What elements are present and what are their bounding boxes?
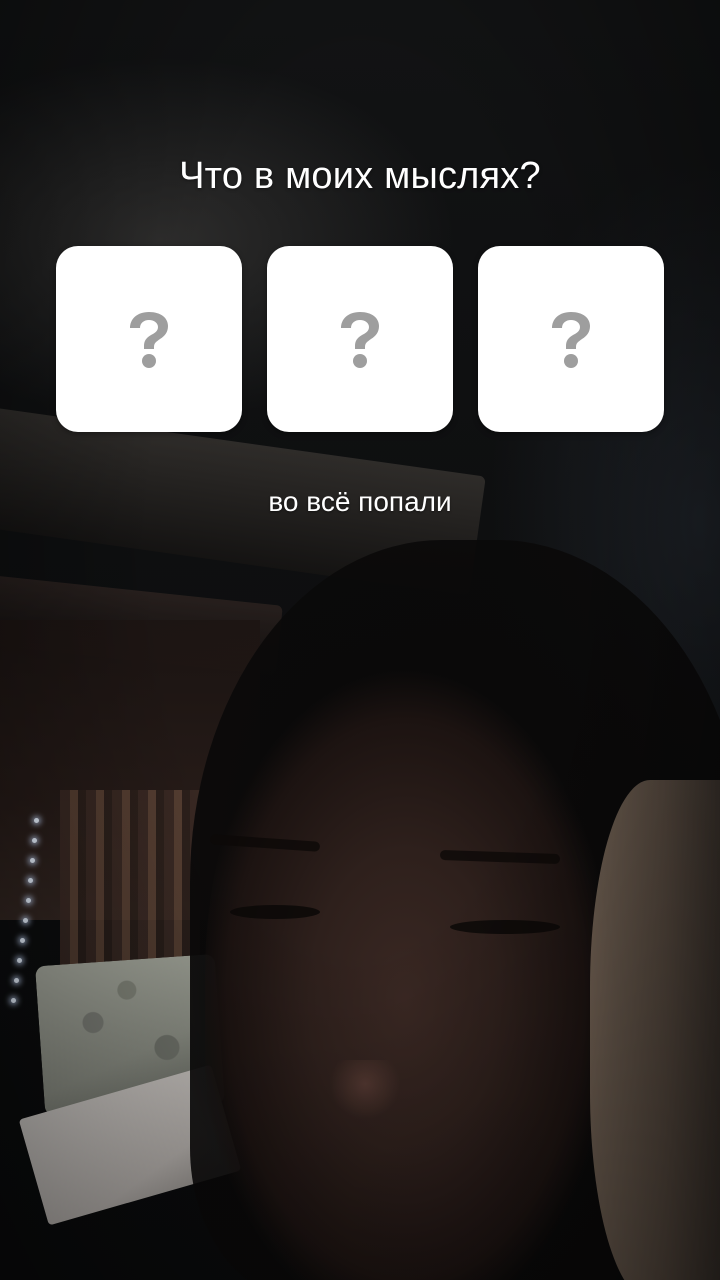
story-screen: Что в моих мыслях? во всё попали <box>0 0 720 1280</box>
mystery-tile-3[interactable] <box>478 246 664 432</box>
question-mark-icon <box>478 246 664 432</box>
question-mark-dot <box>142 354 156 368</box>
curtain <box>60 790 200 980</box>
mystery-tile-2[interactable] <box>267 246 453 432</box>
mystery-tiles <box>56 246 664 432</box>
question-mark-icon <box>267 246 453 432</box>
question-mark-dot <box>564 354 578 368</box>
eye <box>230 905 320 919</box>
question-mark-glyph <box>552 312 590 349</box>
question-mark-glyph <box>130 312 168 349</box>
question-mark-dot <box>353 354 367 368</box>
mystery-tile-1[interactable] <box>56 246 242 432</box>
person-face <box>205 640 625 1280</box>
person-hair-strand <box>590 780 720 1280</box>
question-mark-glyph <box>341 312 379 349</box>
story-caption: во всё попали <box>268 486 452 517</box>
question-title: Что в моих мыслях? <box>179 155 541 197</box>
eye <box>450 920 560 934</box>
nose <box>330 1060 400 1120</box>
question-mark-icon <box>56 246 242 432</box>
